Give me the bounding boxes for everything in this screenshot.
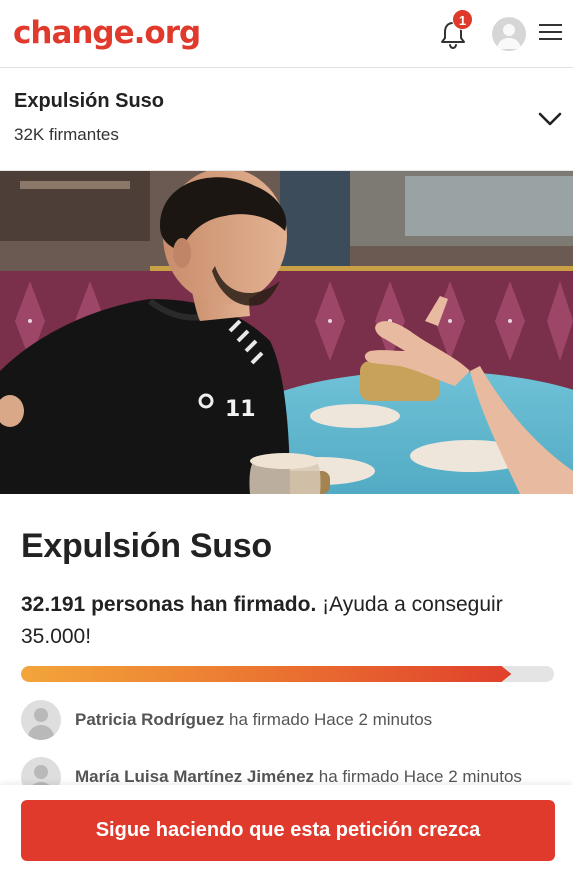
petition-signers-count: 32K firmantes [14, 125, 119, 144]
petition-title: Expulsión Suso [21, 527, 272, 565]
svg-text:11: 11 [225, 397, 256, 422]
hamburger-menu-icon[interactable] [539, 24, 562, 44]
signer-name: María Luisa Martínez Jiménez [75, 767, 315, 786]
signature-count-text: 32.191 personas han firmado. [21, 593, 317, 616]
signer-action: ha firmado [314, 767, 404, 786]
signer-avatar-icon [21, 700, 61, 740]
signer-text: María Luisa Martínez Jiménez ha firmado … [75, 767, 522, 787]
signer-name: Patricia Rodríguez [75, 710, 225, 729]
sticky-cta-bar: Sigue haciendo que esta petición crezca [0, 785, 573, 872]
petition-summary-title: Expulsión Suso [14, 90, 165, 112]
signer-action: ha firmado [224, 710, 315, 729]
notification-badge[interactable]: 1 [452, 9, 473, 30]
petition-summary-dropdown[interactable]: Expulsión Suso 32K firmantes [0, 68, 573, 171]
signer-time: Hace 2 minutos [314, 710, 433, 729]
signature-progress-text: 32.191 personas han firmado. ¡Ayuda a co… [21, 589, 551, 653]
change-org-logo[interactable]: change.org [13, 13, 201, 53]
share-petition-button[interactable]: Sigue haciendo que esta petición crezca [21, 800, 555, 861]
recent-signer-item: Patricia Rodríguez ha firmado Hace 2 min… [21, 700, 561, 740]
petition-hero-image: 11 [0, 171, 573, 494]
user-avatar-icon[interactable] [492, 17, 526, 51]
signer-text: Patricia Rodríguez ha firmado Hace 2 min… [75, 710, 432, 730]
signature-progress-bar [21, 666, 554, 682]
signer-time: Hace 2 minutos [403, 767, 522, 786]
signature-progress-fill [21, 666, 512, 682]
top-navigation-bar: change.org 1 [0, 0, 573, 68]
chevron-down-icon[interactable] [538, 111, 562, 127]
